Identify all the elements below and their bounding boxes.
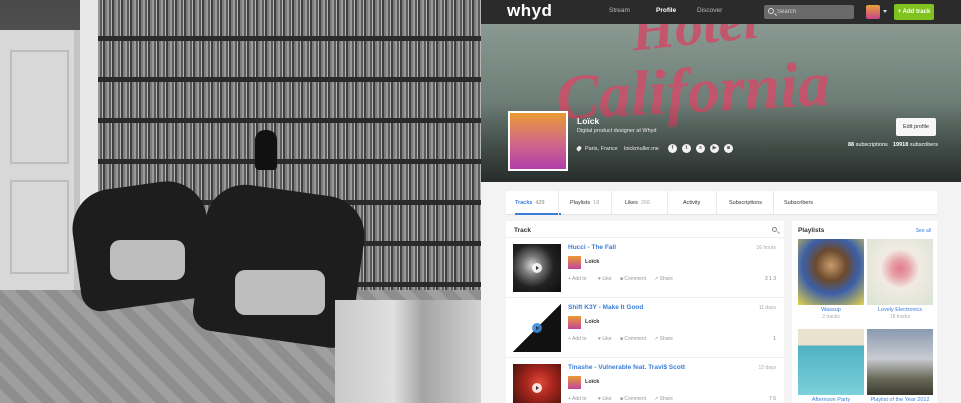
- nav-stream[interactable]: Stream: [609, 7, 630, 14]
- profile-bio: Digital product designer at Whyd: [577, 128, 657, 134]
- location-pin-icon: [575, 145, 583, 152]
- search-input[interactable]: [777, 7, 851, 17]
- playlist-card[interactable]: Wassup 2 tracks: [798, 239, 864, 320]
- subscribers-stat[interactable]: 19918 subscribers: [893, 142, 938, 148]
- play-icon[interactable]: [532, 263, 542, 273]
- track-item[interactable]: Shift K3Y - Make It Good 11 days Loïck +…: [506, 297, 784, 355]
- playlists-header: Playlists: [798, 227, 825, 234]
- track-time: 12 days: [758, 365, 776, 371]
- user-avatar[interactable]: [866, 5, 880, 19]
- track-counts: 1: [773, 336, 776, 342]
- playlist-card[interactable]: Lovely Electronics 18 tracks: [867, 239, 933, 320]
- tracks-header: Track: [514, 227, 531, 234]
- nav-profile[interactable]: Profile: [656, 7, 676, 14]
- playlist-count: 2 tracks: [822, 314, 840, 320]
- youtube-icon[interactable]: ▶: [710, 144, 719, 153]
- track-title[interactable]: Shift K3Y - Make It Good: [568, 304, 643, 311]
- lamp: [255, 130, 277, 170]
- tab-subscribers[interactable]: Subscribers: [784, 191, 813, 215]
- track-user[interactable]: Loïck: [585, 379, 599, 385]
- like-button[interactable]: ♥ Like: [598, 396, 612, 402]
- track-counts: 3 1 3: [764, 276, 776, 282]
- track-artwork[interactable]: [513, 304, 561, 352]
- facebook-icon[interactable]: f: [668, 144, 677, 153]
- whyd-app: whyd Stream Profile Discover + Add track…: [481, 0, 961, 403]
- avatar[interactable]: [568, 256, 581, 269]
- playlist-name[interactable]: Playlist of the Year 2012: [867, 397, 933, 403]
- door: [0, 30, 80, 290]
- playlist-name[interactable]: Wassup: [798, 307, 864, 313]
- tab-likes[interactable]: Likes 266: [625, 191, 650, 215]
- track-title[interactable]: Hucci - The Fall: [568, 244, 616, 251]
- subscriptions-stat[interactable]: 88 subscriptions: [848, 142, 888, 148]
- track-user[interactable]: Loïck: [585, 319, 599, 325]
- share-button[interactable]: ↗ Share: [654, 276, 673, 282]
- twitter-icon[interactable]: t: [682, 144, 691, 153]
- search-icon[interactable]: [772, 227, 777, 232]
- add-to-button[interactable]: + Add to: [568, 276, 587, 282]
- edit-profile-button[interactable]: Edit profile: [896, 118, 936, 136]
- play-icon[interactable]: [532, 323, 542, 333]
- search-box[interactable]: [764, 5, 854, 19]
- track-title[interactable]: Tinashe - Vulnerable feat. Travi$ Scott: [568, 364, 685, 371]
- add-track-button[interactable]: + Add track: [894, 4, 934, 20]
- comment-button[interactable]: ■ Comment: [620, 276, 646, 282]
- hero-photo: [0, 0, 481, 403]
- playlist-artwork[interactable]: [798, 239, 864, 305]
- tab-tracks[interactable]: Tracks 429: [515, 191, 561, 215]
- search-icon: [768, 8, 774, 14]
- tab-subscriptions[interactable]: Subscriptions: [729, 191, 762, 215]
- comment-button[interactable]: ■ Comment: [620, 396, 646, 402]
- soundcloud-icon[interactable]: s: [696, 144, 705, 153]
- playlist-card[interactable]: Afternoon Party: [798, 329, 864, 403]
- playlist-artwork[interactable]: [798, 329, 864, 395]
- track-time: 11 days: [758, 305, 776, 311]
- track-time: 16 hours: [756, 245, 776, 251]
- lastfm-icon[interactable]: ◙: [724, 144, 733, 153]
- profile-location: Paris, France: [575, 145, 618, 152]
- track-item[interactable]: Hucci - The Fall 16 hours Loïck + Add to…: [506, 237, 784, 295]
- nav-discover[interactable]: Discover: [697, 7, 722, 14]
- playlists-panel: Playlists See all Wassup 2 tracks Lovely…: [792, 221, 937, 403]
- track-artwork[interactable]: [513, 244, 561, 292]
- playlist-name[interactable]: Afternoon Party: [798, 397, 864, 403]
- avatar[interactable]: [568, 376, 581, 389]
- track-item[interactable]: Tinashe - Vulnerable feat. Travi$ Scott …: [506, 357, 784, 403]
- top-bar: whyd Stream Profile Discover + Add track: [481, 0, 961, 24]
- comment-button[interactable]: ■ Comment: [620, 336, 646, 342]
- share-button[interactable]: ↗ Share: [654, 396, 673, 402]
- profile-website[interactable]: loickmuller.me: [624, 146, 659, 152]
- tab-playlists[interactable]: Playlists 18: [570, 191, 599, 215]
- whyd-logo[interactable]: whyd: [507, 1, 552, 21]
- pillow-right: [235, 270, 325, 315]
- avatar[interactable]: [568, 316, 581, 329]
- see-all-link[interactable]: See all: [916, 228, 931, 234]
- track-counts: 7 5: [769, 396, 776, 402]
- tracks-panel: Track Hucci - The Fall 16 hours Loïck + …: [506, 221, 784, 403]
- playlist-card[interactable]: Playlist of the Year 2012: [867, 329, 933, 403]
- chevron-down-icon[interactable]: [883, 10, 887, 13]
- pillow-left: [110, 240, 185, 280]
- like-button[interactable]: ♥ Like: [598, 336, 612, 342]
- track-artwork[interactable]: [513, 364, 561, 403]
- profile-avatar[interactable]: [508, 111, 568, 171]
- record-pile: [335, 300, 481, 403]
- profile-tabs: Tracks 429 Playlists 18 Likes 266 Activity …: [506, 191, 937, 215]
- add-to-button[interactable]: + Add to: [568, 396, 587, 402]
- playlist-artwork[interactable]: [867, 329, 933, 395]
- playlist-name[interactable]: Lovely Electronics: [867, 307, 933, 313]
- play-icon[interactable]: [532, 383, 542, 393]
- profile-name: Loïck: [577, 116, 600, 126]
- add-to-button[interactable]: + Add to: [568, 336, 587, 342]
- tab-activity[interactable]: Activity: [683, 191, 700, 215]
- track-user[interactable]: Loïck: [585, 259, 599, 265]
- playlist-count: 18 tracks: [889, 314, 911, 320]
- like-button[interactable]: ♥ Like: [598, 276, 612, 282]
- share-button[interactable]: ↗ Share: [654, 336, 673, 342]
- playlist-artwork[interactable]: [867, 239, 933, 305]
